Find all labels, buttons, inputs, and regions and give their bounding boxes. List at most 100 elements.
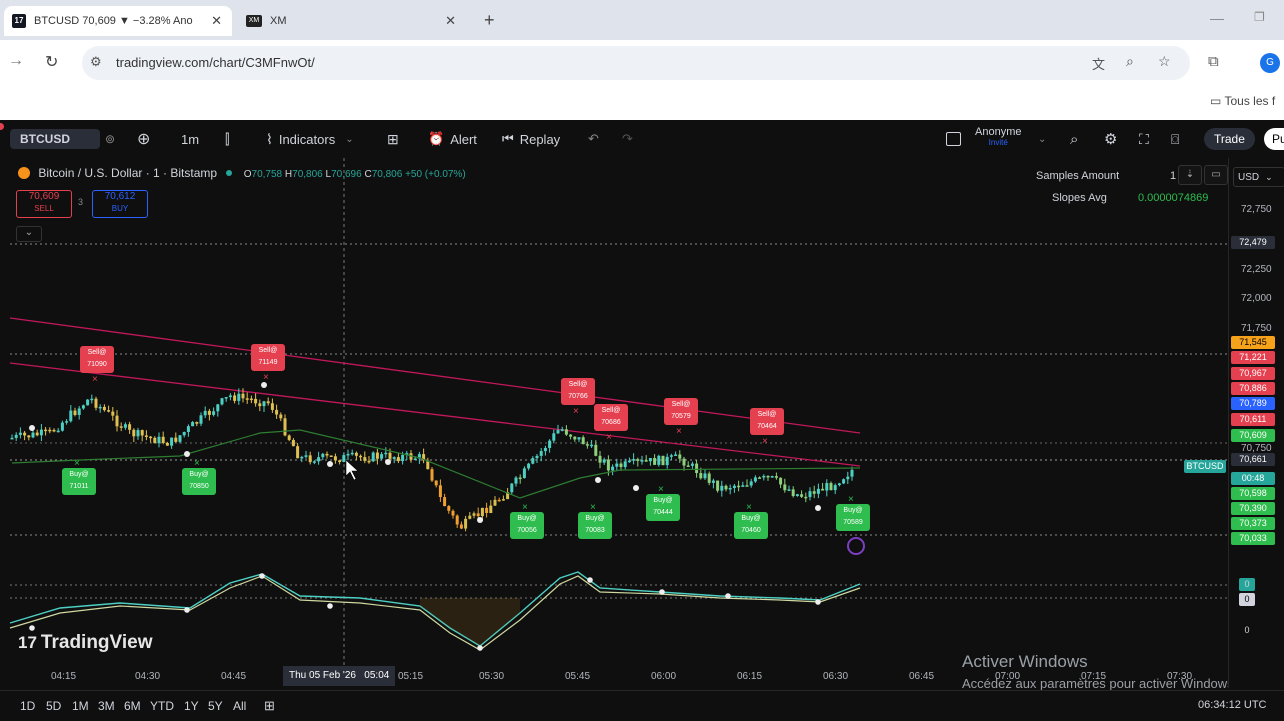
browser-tab-xm[interactable]: XM XM ✕ [238,6,468,36]
candle-body [480,507,484,517]
replay-button[interactable]: ⏮ Replay [502,120,560,158]
indicators-button[interactable]: ⌇ Indicators ⌄ [266,120,354,158]
candle-body [560,429,564,431]
range-button-1y[interactable]: 1Y [184,699,199,713]
bitcoin-logo-icon [18,167,30,179]
sell-button[interactable]: 70,609 SELL [16,190,72,218]
candle-body [153,437,157,444]
candle-body [594,444,598,456]
range-button-3m[interactable]: 3M [98,699,115,713]
sell-signal-badge: Sell@ 71149 [251,344,285,371]
add-symbol-icon[interactable]: ⊕ [137,120,150,158]
sell-marker-x-icon: × [762,436,768,447]
candle-body [459,524,463,529]
buy-signal-price: 70056 [517,527,537,534]
chevron-down-icon[interactable]: ⌄ [1038,120,1046,158]
scroll-down-arrow-icon[interactable]: ⇣ [1178,165,1202,185]
extensions-icon[interactable]: ⧉ [1208,53,1219,70]
undo-icon[interactable]: ↶ [588,120,599,158]
address-bar[interactable]: ⚙ tradingview.com/chart/C3MFnwOt/ 文 ⌕ ☆ [82,46,1190,80]
compare-icon[interactable]: ⊚ [105,120,115,158]
buy-button[interactable]: 70,612 BUY [92,190,148,218]
range-button-5y[interactable]: 5Y [208,699,223,713]
buy-signal-price: 70589 [843,519,863,526]
range-button-all[interactable]: All [233,699,246,713]
price-tick-label: 71,750 [1241,323,1272,334]
collapse-legend-chevron-icon[interactable]: ⌄ [16,226,42,242]
layouts-icon[interactable]: ⊞ [387,120,399,158]
replay-icon: ⏮ [502,131,514,146]
layout-square-icon[interactable] [946,120,961,158]
candle-body [682,458,686,466]
site-info-icon[interactable]: ⚙ [90,54,102,70]
window-minimize-icon[interactable]: — [1210,10,1224,26]
quick-search-icon[interactable]: ⌕ [1070,120,1078,158]
settings-gear-icon[interactable]: ⚙ [1104,120,1117,158]
alert-button[interactable]: ⏰ Alert [428,120,477,158]
tab-close-icon[interactable]: ✕ [211,13,222,29]
candles-icon[interactable]: ⫿ [225,120,229,158]
fullscreen-icon[interactable]: ⛶ [1139,120,1149,158]
candle-body [115,415,119,427]
candle-body [758,477,762,479]
redo-icon[interactable]: ↷ [622,120,633,158]
sell-signal-badge: Sell@ 70464 [750,408,784,435]
new-tab-plus-icon[interactable]: + [484,10,495,31]
candle-body [627,460,631,463]
candle-body [766,475,770,478]
time-tick-label: 07:00 [995,671,1021,682]
candle-body [737,485,741,488]
range-button-1m[interactable]: 1M [72,699,89,713]
candle-body [170,437,174,446]
candle-body [850,469,854,477]
translate-icon[interactable]: 文 [1092,54,1105,73]
sell-marker-x-icon: × [92,374,98,385]
candle-body [665,456,669,466]
candle-body [52,429,56,432]
publish-button[interactable]: Pu [1264,128,1284,150]
utc-clock[interactable]: 06:34:12 UTC [1198,699,1266,711]
candle-body [623,461,627,468]
buy-signal-label: Buy@ [189,471,209,478]
goto-date-calendar-icon[interactable]: ⊞ [264,698,275,714]
range-button-1d[interactable]: 1D [20,699,35,713]
browser-tab-tradingview[interactable]: 17 BTCUSD 70,609 ▼ −3.28% Ano ✕ [4,6,232,36]
camera-icon[interactable]: ⌼ [1171,120,1179,158]
account-switcher[interactable]: Anonyme Invité [975,126,1021,147]
oscillator-dot [477,645,483,651]
chart-legend: Bitcoin / U.S. Dollar · 1 · Bitstamp O70… [18,166,466,180]
candle-body [384,452,388,455]
trade-button[interactable]: Trade [1204,128,1255,150]
range-button-6m[interactable]: 6M [124,699,141,713]
forward-arrow-icon[interactable]: → [8,52,24,70]
candle-body [392,457,396,459]
candle-body [447,506,451,511]
price-label: 71,545 [1231,336,1275,349]
candle-body [695,463,699,474]
zoom-icon[interactable]: ⌕ [1126,53,1134,70]
reload-icon[interactable]: ↻ [45,52,58,72]
range-button-5d[interactable]: 5D [46,699,61,713]
interval-button[interactable]: 1m [181,120,199,158]
open-value: 70,758 [251,169,283,180]
time-tick-label: 05:45 [565,671,591,682]
sell-signal-badge: Sell@ 70579 [664,398,698,425]
window-restore-icon[interactable]: ❐ [1254,10,1265,24]
currency-selector[interactable]: USD ⌄ [1233,167,1284,187]
profile-avatar[interactable]: G [1260,53,1280,73]
object-tree-icon[interactable]: ▭ [1204,165,1228,185]
range-button-ytd[interactable]: YTD [150,699,174,713]
chart-pane[interactable]: × × × × × × × × × × × × × Bitcoin / U.S. Dollar · 1 … [0,158,1237,691]
price-label: 71,221 [1231,351,1275,364]
tab-title: BTCUSD 70,609 ▼ −3.28% Ano [34,15,193,27]
symbol-search[interactable]: BTCUSD [10,120,100,158]
time-tick-label: 04:15 [51,671,77,682]
price-scale[interactable]: USD⌄ 72,75072,25072,00071,75071,50071,25… [1228,158,1284,688]
tab-close-icon[interactable]: ✕ [445,13,456,29]
bookmark-folder[interactable]: ▭ Tous les f [1210,94,1275,108]
bookmark-star-icon[interactable]: ☆ [1158,53,1171,70]
bookmarks-bar: ▭ Tous les f [0,86,1284,120]
signal-dot [327,461,333,467]
samples-amount-label: Samples Amount [1036,170,1120,182]
buy-signal-price: 70850 [189,483,209,490]
